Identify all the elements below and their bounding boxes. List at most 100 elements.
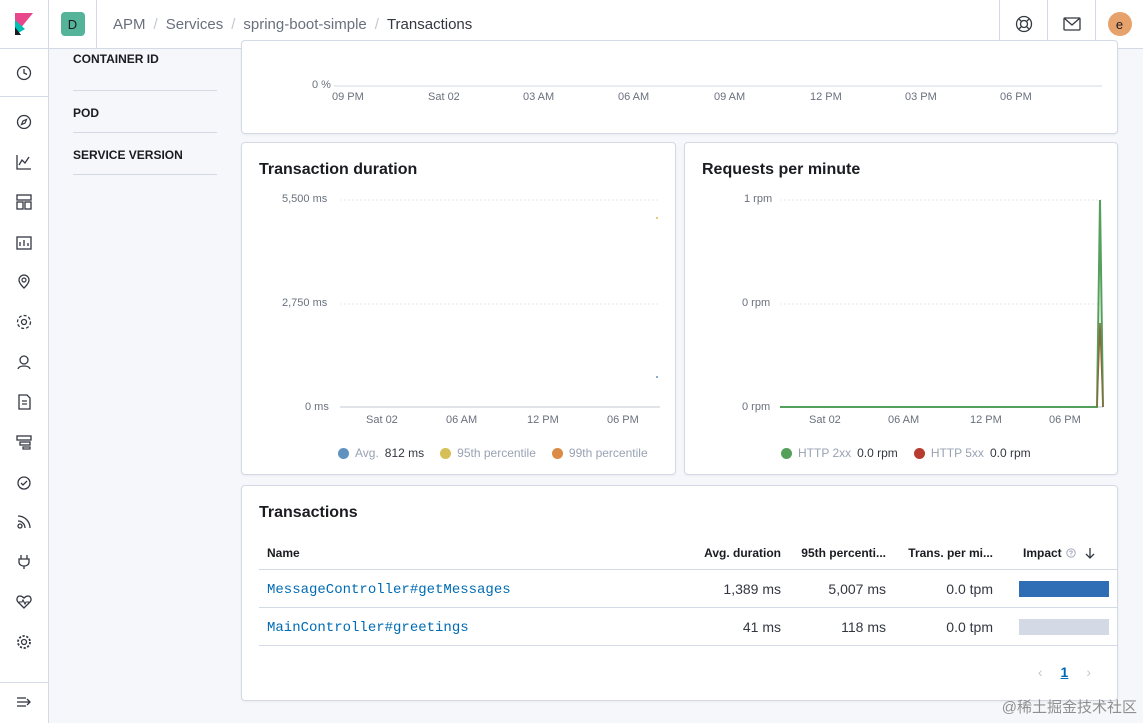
- apm-icon[interactable]: [14, 432, 34, 452]
- metadata-pod[interactable]: POD: [73, 91, 217, 133]
- x-tick-label: 03 AM: [523, 91, 555, 103]
- column-header-95th-percentile[interactable]: 95th percenti...: [781, 546, 886, 560]
- watermark: @稀土掘金技术社区: [1001, 699, 1137, 716]
- pagination-prev-icon[interactable]: ‹: [1038, 664, 1043, 680]
- y-tick-label: 0 rpm: [742, 297, 771, 309]
- legend-label: 99th percentile: [568, 446, 648, 460]
- legend-item-http-5xx[interactable]: HTTP 5xx 0.0 rpm: [913, 446, 1031, 460]
- cpu-baseline: [334, 85, 1102, 87]
- management-icon[interactable]: [14, 632, 34, 652]
- x-tick-label: 06 PM: [607, 414, 639, 426]
- service-metadata-list: CONTAINER ID POD SERVICE VERSION: [73, 49, 217, 175]
- breadcrumb: APM / Services / spring-boot-simple / Tr…: [97, 16, 999, 33]
- compass-icon[interactable]: [14, 112, 34, 132]
- metrics-icon[interactable]: [14, 352, 34, 372]
- breadcrumb-service[interactable]: spring-boot-simple: [243, 16, 366, 33]
- x-tick-label: Sat 02: [809, 414, 841, 426]
- x-tick-label: 12 PM: [527, 414, 559, 426]
- x-tick-label: Sat 02: [428, 91, 460, 103]
- devtools-icon[interactable]: [14, 552, 34, 572]
- x-tick-label: 09 AM: [714, 91, 746, 103]
- x-tick-label: 06 PM: [1000, 91, 1032, 103]
- x-tick-label: 03 PM: [905, 91, 937, 103]
- cell-avg-duration: 41 ms: [742, 618, 781, 635]
- uptime-icon[interactable]: [14, 472, 34, 492]
- cell-95th-percentile: 118 ms: [841, 618, 886, 635]
- dashboard-icon[interactable]: [14, 192, 34, 212]
- nav-divider: [0, 682, 49, 683]
- x-tick-label: 09 PM: [332, 91, 364, 103]
- y-tick-label: 0 %: [312, 79, 331, 91]
- sort-descending-icon[interactable]: [1084, 547, 1096, 559]
- cell-trans-per-minute: 0.0 tpm: [946, 580, 993, 597]
- column-header-trans-per-minute[interactable]: Trans. per mi...: [886, 546, 993, 560]
- cpu-usage-panel: 0 % 09 PM Sat 02 03 AM 06 AM 09 AM 12 PM…: [241, 40, 1118, 134]
- legend-item-p95[interactable]: 95th percentile: [440, 446, 536, 460]
- column-header-name[interactable]: Name: [259, 546, 659, 560]
- collapse-icon[interactable]: [14, 692, 34, 712]
- cell-95th-percentile: 5,007 ms: [828, 580, 886, 597]
- legend-item-http-2xx[interactable]: HTTP 2xx 0.0 rpm: [781, 446, 898, 460]
- column-header-avg-duration[interactable]: Avg. duration: [659, 546, 781, 560]
- x-tick-label: 06 AM: [446, 414, 478, 426]
- table-header: Name Avg. duration 95th percenti... Tran…: [259, 536, 1117, 570]
- transaction-link[interactable]: MainController#greetings: [267, 620, 469, 636]
- x-tick-label: Sat 02: [366, 414, 398, 426]
- breadcrumb-apm[interactable]: APM: [113, 16, 146, 33]
- legend-label: Avg.: [355, 446, 379, 460]
- svg-text:?: ?: [1069, 550, 1073, 557]
- avatar: e: [1107, 12, 1132, 36]
- legend-dot: [551, 447, 563, 459]
- cell-trans-per-minute: 0.0 tpm: [946, 618, 993, 635]
- pagination-next-icon[interactable]: ›: [1086, 664, 1091, 680]
- pagination-page[interactable]: 1: [1061, 664, 1069, 680]
- logs-icon[interactable]: [14, 392, 34, 412]
- visualize-icon[interactable]: [14, 152, 34, 172]
- breadcrumb-separator: /: [153, 15, 158, 33]
- impact-bar: [1019, 580, 1109, 597]
- metadata-service-version[interactable]: SERVICE VERSION: [73, 133, 217, 175]
- metadata-container-id[interactable]: CONTAINER ID: [73, 49, 217, 91]
- siem-icon[interactable]: [14, 512, 34, 532]
- y-tick-label: 2,750 ms: [282, 297, 328, 309]
- chart-legend: Avg. 812 ms 95th percentile 99th percent…: [338, 446, 648, 460]
- legend-label: HTTP 5xx: [930, 446, 984, 460]
- clock-icon[interactable]: [14, 63, 34, 83]
- maps-icon[interactable]: [14, 272, 34, 292]
- transaction-duration-panel: Transaction duration 5,500 ms 2,750 ms 0…: [241, 142, 676, 475]
- info-icon[interactable]: ?: [1066, 547, 1076, 558]
- newsfeed-icon: [1062, 17, 1081, 31]
- column-header-impact-label: Impact: [1023, 545, 1062, 560]
- help-icon: [1015, 15, 1032, 33]
- panel-title: Transactions: [259, 504, 358, 521]
- cell-impact: [993, 618, 1117, 635]
- breadcrumb-current: Transactions: [386, 15, 473, 33]
- legend-value: 0.0 rpm: [857, 446, 898, 460]
- x-tick-label: 06 AM: [618, 91, 650, 103]
- monitoring-icon[interactable]: [14, 592, 34, 612]
- legend-value: 812 ms: [384, 446, 425, 460]
- legend-item-avg[interactable]: Avg. 812 ms: [338, 446, 424, 460]
- requests-per-minute-panel: Requests per minute 1 rpm 0 rpm 0 rpm Sa…: [684, 142, 1118, 475]
- legend-item-p99[interactable]: 99th percentile: [551, 446, 648, 460]
- table-row: MessageController#getMessages 1,389 ms 5…: [259, 570, 1117, 608]
- breadcrumb-separator: /: [231, 15, 236, 33]
- column-header-impact[interactable]: Impact ?: [993, 546, 1117, 560]
- space-selector[interactable]: D: [49, 0, 97, 49]
- y-tick-label: 1 rpm: [744, 193, 773, 205]
- legend-value: 0.0 rpm: [989, 446, 1031, 460]
- cell-impact: [993, 580, 1117, 597]
- data-point: [656, 217, 658, 219]
- canvas-icon[interactable]: [14, 232, 34, 252]
- kibana-logo[interactable]: [0, 0, 49, 49]
- ml-icon[interactable]: [14, 312, 34, 332]
- y-tick-label: 0 rpm: [742, 401, 771, 413]
- legend-label: HTTP 2xx: [798, 446, 852, 460]
- impact-bar: [1019, 618, 1109, 635]
- side-nav: [0, 49, 49, 723]
- legend-dot: [913, 447, 925, 459]
- breadcrumb-services[interactable]: Services: [166, 16, 224, 33]
- transaction-link[interactable]: MessageController#getMessages: [267, 582, 511, 598]
- y-tick-label: 0 ms: [305, 401, 329, 413]
- cell-avg-duration: 1,389 ms: [723, 580, 781, 597]
